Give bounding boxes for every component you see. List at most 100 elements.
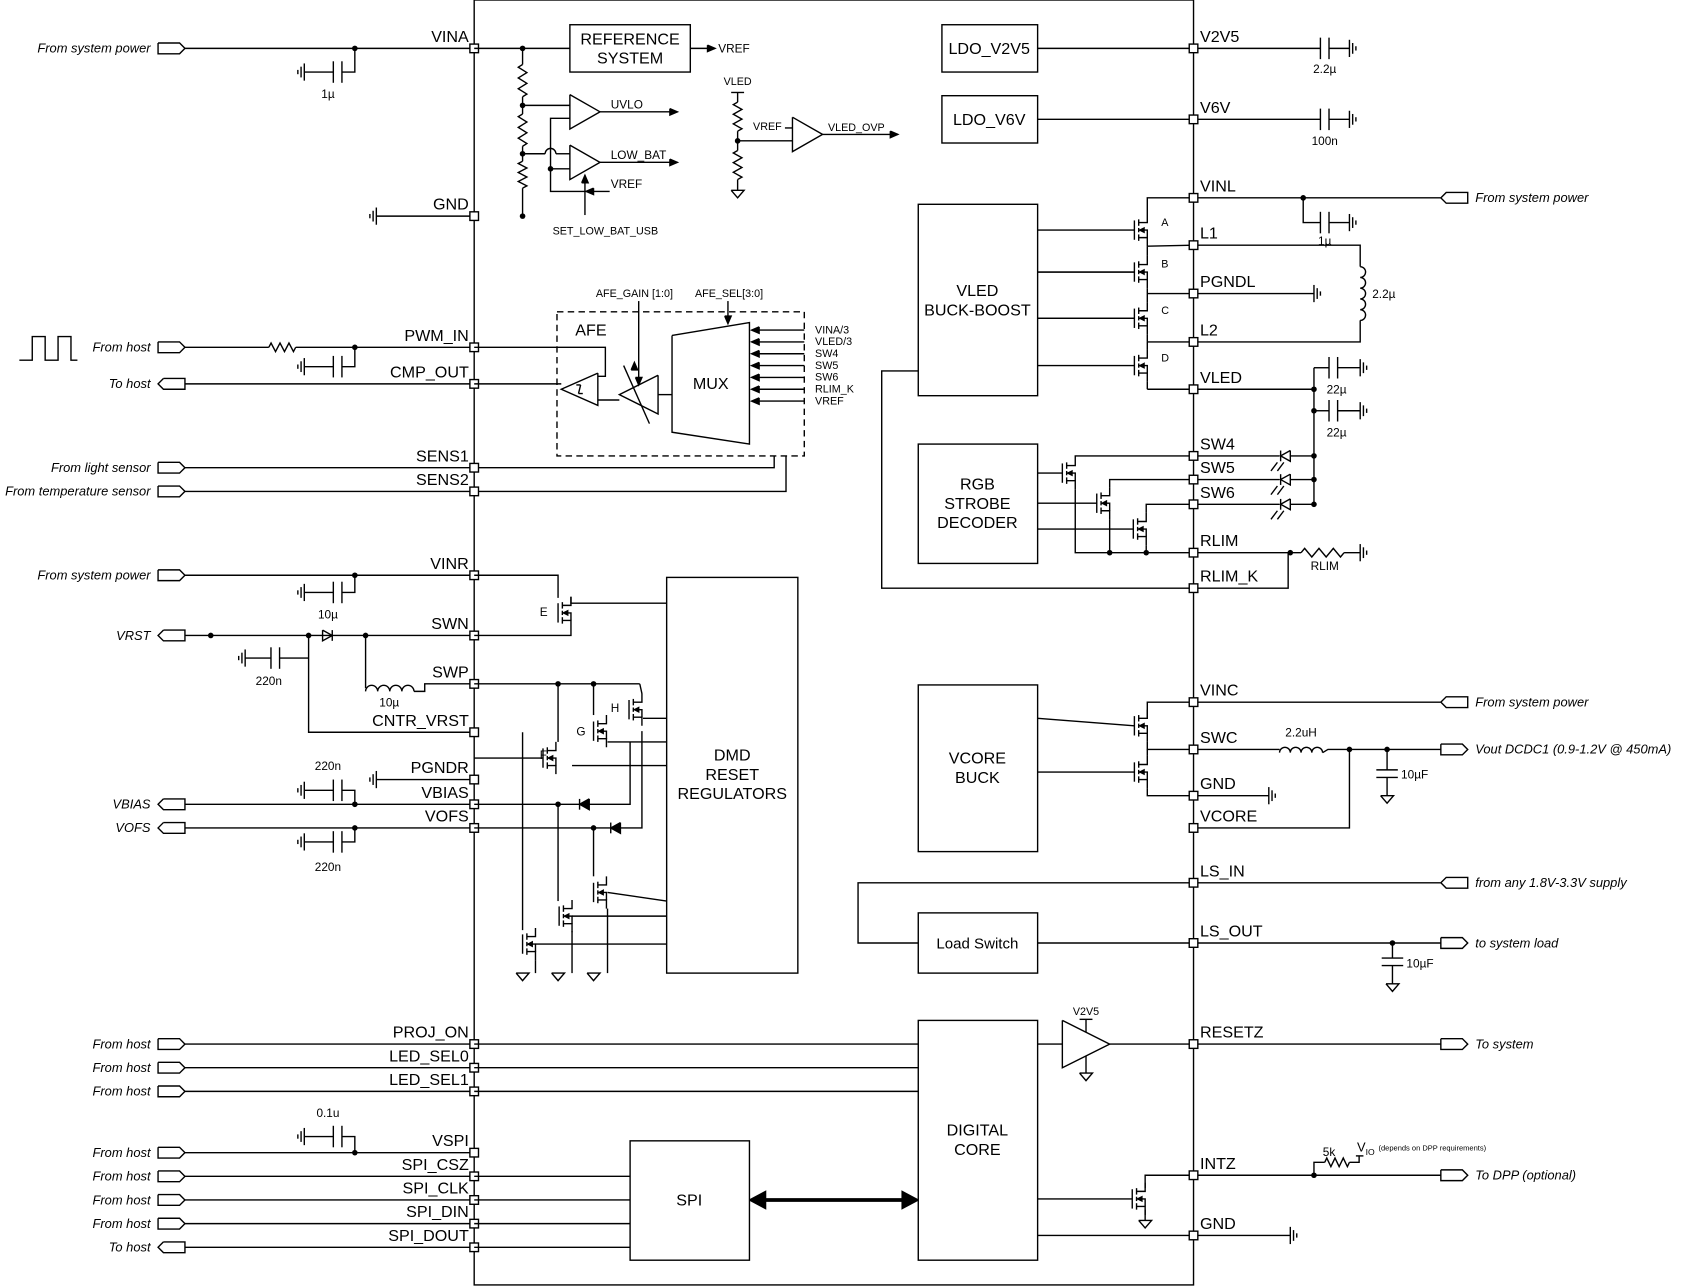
signal-label: LOW_BAT: [611, 148, 667, 162]
resistor-value: 5k: [1323, 1145, 1336, 1159]
pin-rlim: [1188, 547, 1199, 558]
light-emission-icon: [1276, 510, 1285, 520]
signal-label: AFE_GAIN [1:0]: [596, 288, 673, 300]
ldo-v2v5-label: LDO_V2V5: [948, 40, 1030, 58]
connector-label: VRST: [116, 628, 152, 643]
ground-icon: [1385, 983, 1401, 993]
offpage-connector-6[interactable]: [157, 569, 186, 582]
diode-icon: [1279, 473, 1292, 487]
offpage-connector-5[interactable]: [157, 485, 186, 498]
wire: [341, 789, 356, 805]
wire: [341, 575, 356, 594]
pin-label: VOFS: [425, 807, 469, 825]
functional-block-diagram: From system power From host To host From li…: [5, 0, 1671, 1286]
resistor-icon: [268, 341, 297, 354]
dmd-reset-label: REGULATORS: [677, 785, 787, 803]
light-emission-icon: [1276, 485, 1285, 496]
pin-label: L2: [1200, 321, 1218, 339]
junction-dot: [1311, 453, 1317, 459]
inductor-value: 10µ: [379, 695, 399, 709]
capacitor-value: 220n: [315, 759, 341, 773]
pin-label: SW5: [1200, 459, 1235, 477]
offpage-connector-9[interactable]: [157, 821, 186, 835]
connector-label: From host: [93, 1060, 152, 1075]
light-emission-icon: [1270, 461, 1278, 472]
offpage-connector-right-1[interactable]: [1440, 191, 1469, 204]
pin-label: SENS2: [416, 471, 469, 489]
junction-dot: [1106, 549, 1113, 556]
wire: [1322, 748, 1441, 754]
pin-label: PGNDL: [1200, 273, 1256, 291]
offpage-connector-10[interactable]: [157, 1037, 186, 1051]
pin-label: RLIM_K: [1200, 568, 1258, 586]
capacitor-value: 1µ: [1318, 234, 1332, 248]
diode-icon: [1279, 449, 1292, 463]
pin-label: SPI_DIN: [406, 1203, 469, 1221]
capacitor-value: 1µ: [321, 87, 335, 101]
wire: [341, 347, 356, 368]
capacitor-value: 0.1u: [316, 1106, 339, 1120]
capacitor-value: 10µF: [1406, 957, 1433, 971]
capacitor-value: 2.2µ: [1313, 62, 1336, 76]
connector-label: From system power: [1475, 694, 1589, 709]
junction-dot: [207, 632, 214, 639]
offpage-connector-12[interactable]: [157, 1085, 186, 1098]
junction-dot: [519, 213, 526, 219]
pin-label: VLED: [1200, 369, 1242, 387]
pin-label: GND: [433, 196, 469, 214]
offpage-connector-4[interactable]: [157, 461, 186, 474]
pin-sw4: [1188, 450, 1199, 461]
connector-label: VOFS: [115, 820, 150, 835]
connector-label: From system power: [1475, 190, 1589, 205]
capacitor-value: 10µ: [318, 607, 338, 621]
connector-label: To system: [1475, 1036, 1534, 1051]
offpage-connector-right-3[interactable]: [1440, 743, 1469, 756]
offpage-connector-8[interactable]: [157, 798, 186, 811]
dmd-reset-label: DMD: [714, 746, 751, 764]
pin-label: SW6: [1200, 484, 1235, 502]
afe-label: AFE: [575, 321, 607, 339]
offpage-connector-17[interactable]: [157, 1241, 186, 1254]
offpage-connector-right-2[interactable]: [1440, 696, 1469, 709]
pin-label: SPI_CLK: [403, 1180, 470, 1198]
capacitor-value: 22µ: [1327, 426, 1347, 440]
capacitor-value: 220n: [256, 674, 282, 688]
pin-label: LS_OUT: [1200, 923, 1263, 941]
offpage-connector-15[interactable]: [157, 1193, 186, 1207]
pin-gnd: [1188, 1230, 1199, 1241]
offpage-connector-right-4[interactable]: [1440, 876, 1469, 889]
offpage-connector-right-7[interactable]: [1440, 1169, 1469, 1182]
inductor-value: 2.2uH: [1285, 726, 1317, 740]
offpage-connector-7[interactable]: [157, 629, 186, 642]
pin-v6v: [1188, 114, 1199, 125]
connector-label: To host: [109, 376, 152, 391]
signal-label: SET_LOW_BAT_USB: [553, 225, 659, 237]
pin-resetz: [1188, 1039, 1199, 1050]
pin-label: L1: [1200, 225, 1218, 243]
connector-label: From host: [93, 1192, 152, 1207]
wire: [341, 827, 356, 843]
offpage-connector-16[interactable]: [157, 1217, 186, 1230]
digital-core-label: DIGITAL: [947, 1122, 1009, 1140]
offpage-connector-right-6[interactable]: [1440, 1037, 1469, 1051]
connector-label: From light sensor: [51, 460, 151, 475]
pin-gnd: [1188, 790, 1199, 801]
connector-label: from any 1.8V-3.3V supply: [1475, 875, 1628, 890]
offpage-connector-1[interactable]: [157, 42, 186, 55]
resistor-icon: [1300, 547, 1345, 559]
transistor-label: D: [1161, 352, 1169, 364]
offpage-connector-right-5[interactable]: [1440, 936, 1469, 950]
offpage-connector-11[interactable]: [157, 1061, 186, 1074]
pin-label: GND: [1200, 1215, 1236, 1233]
offpage-connector-13[interactable]: [157, 1146, 186, 1159]
offpage-connector-2[interactable]: [157, 341, 186, 354]
pin-label: PWM_IN: [404, 327, 468, 345]
offpage-connector-3[interactable]: [157, 377, 186, 390]
offpage-connector-14[interactable]: [157, 1170, 186, 1183]
pin-pgndr: [469, 774, 480, 785]
capacitor-value: 22µ: [1327, 383, 1347, 397]
pin-label: VINC: [1200, 682, 1239, 700]
reference-system-label: SYSTEM: [597, 50, 663, 68]
pin-v2v5: [1188, 43, 1199, 54]
spi-label: SPI: [676, 1192, 702, 1210]
